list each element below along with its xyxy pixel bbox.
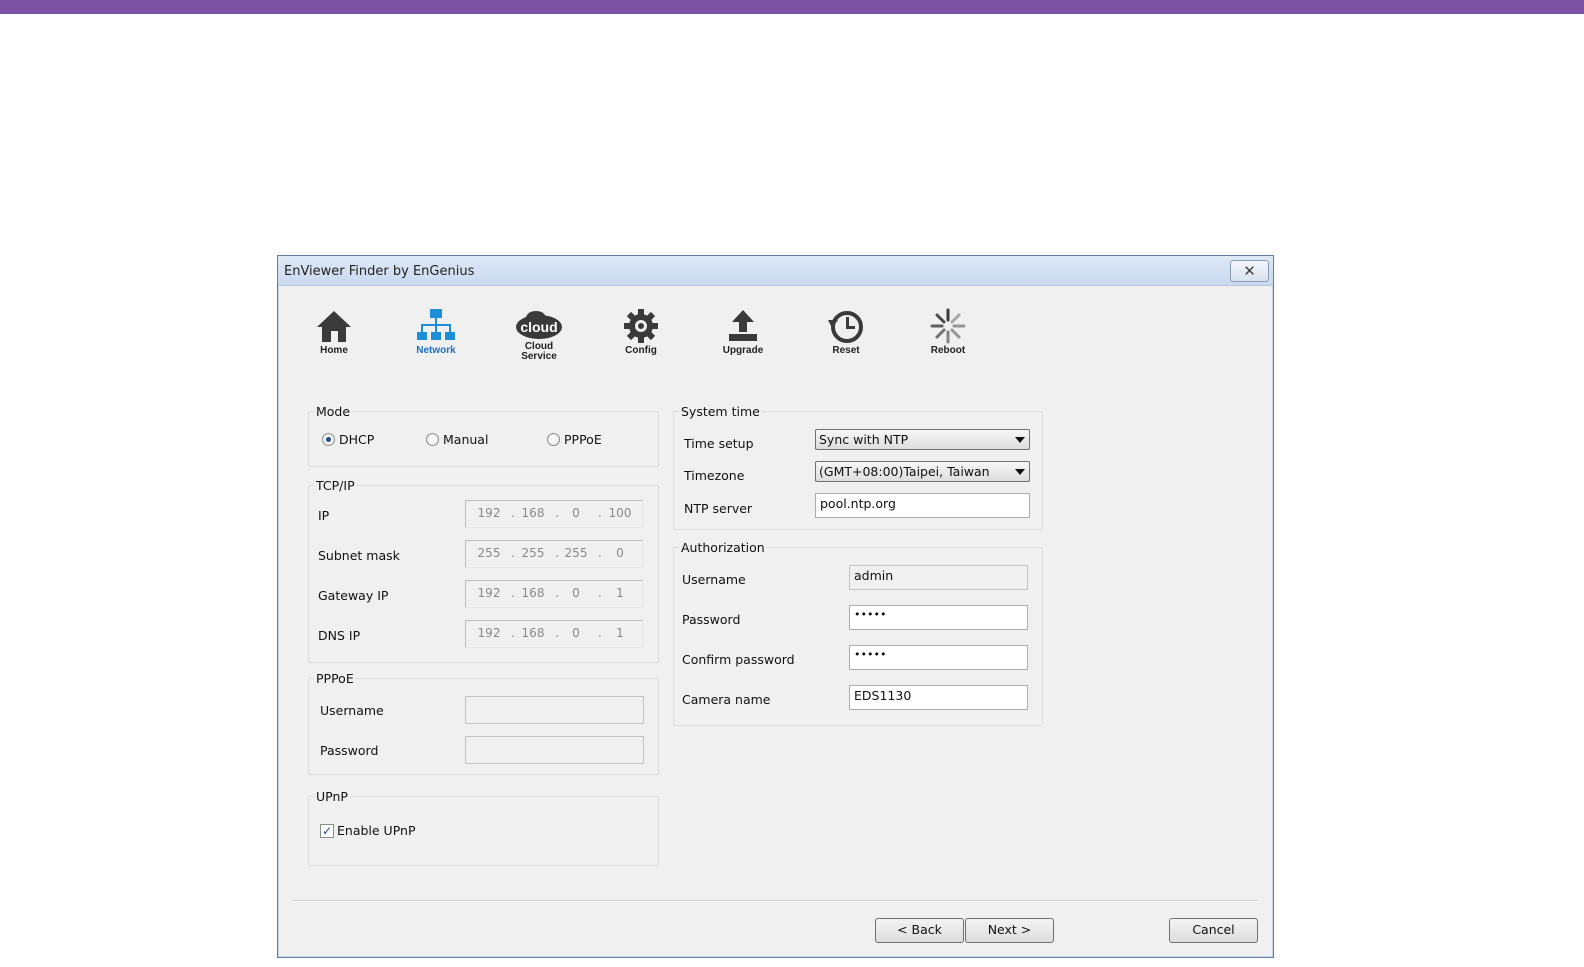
pppoe-password-label: Password bbox=[320, 743, 379, 758]
radio-unselected-icon bbox=[547, 433, 560, 446]
mode-group: Mode DHCP Manual PPPoE bbox=[308, 404, 659, 467]
cancel-button[interactable]: Cancel bbox=[1169, 918, 1258, 943]
authorization-group: Authorization Username admin Password ••… bbox=[673, 540, 1043, 726]
dropdown-arrow-icon bbox=[1015, 469, 1025, 475]
title-bar: EnViewer Finder by EnGenius ✕ bbox=[278, 256, 1273, 286]
toolbar-reset[interactable]: Reset bbox=[811, 308, 881, 356]
authorization-legend: Authorization bbox=[679, 540, 767, 555]
auth-username-input[interactable]: admin bbox=[849, 565, 1028, 590]
gear-icon bbox=[624, 309, 658, 343]
confirm-password-input[interactable]: ••••• bbox=[849, 645, 1028, 670]
toolbar-network[interactable]: Network bbox=[401, 308, 471, 356]
auth-username-label: Username bbox=[682, 572, 746, 587]
home-icon bbox=[317, 311, 351, 342]
pppoe-username-label: Username bbox=[320, 703, 384, 718]
system-time-legend: System time bbox=[679, 404, 762, 419]
timezone-select[interactable]: (GMT+08:00)Taipei, Taiwan bbox=[815, 461, 1030, 482]
time-setup-label: Time setup bbox=[684, 436, 754, 451]
camera-name-label: Camera name bbox=[682, 692, 771, 707]
toolbar-upgrade[interactable]: Upgrade bbox=[708, 308, 778, 356]
enable-upnp-checkbox[interactable]: ✓ Enable UPnP bbox=[320, 823, 415, 838]
toolbar-home[interactable]: Home bbox=[299, 308, 369, 356]
svg-text:cloud: cloud bbox=[520, 319, 557, 335]
auth-password-input[interactable]: ••••• bbox=[849, 605, 1028, 630]
checkmark-icon: ✓ bbox=[320, 823, 334, 838]
spinner-icon bbox=[930, 308, 966, 344]
next-button[interactable]: Next > bbox=[965, 918, 1054, 943]
camera-name-input[interactable]: EDS1130 bbox=[849, 685, 1028, 710]
mode-radio-dhcp[interactable]: DHCP bbox=[322, 432, 374, 447]
back-button[interactable]: < Back bbox=[875, 918, 964, 943]
window-title: EnViewer Finder by EnGenius bbox=[284, 264, 475, 279]
ntp-server-input[interactable]: pool.ntp.org bbox=[815, 493, 1030, 518]
ntp-server-label: NTP server bbox=[684, 501, 753, 516]
subnet-mask-field[interactable]: 255. 255. 255. 0 bbox=[465, 540, 643, 568]
radio-unselected-icon bbox=[426, 433, 439, 446]
mode-radio-pppoe[interactable]: PPPoE bbox=[547, 432, 602, 447]
time-setup-select[interactable]: Sync with NTP bbox=[815, 429, 1030, 450]
mode-radio-manual[interactable]: Manual bbox=[426, 432, 488, 447]
footer-divider bbox=[292, 900, 1258, 902]
network-icon bbox=[417, 309, 455, 340]
system-time-group: System time Time setup Sync with NTP Tim… bbox=[673, 404, 1043, 530]
ip-label: IP bbox=[318, 508, 330, 523]
pppoe-password-input[interactable] bbox=[465, 736, 644, 764]
cloud-icon: cloud bbox=[516, 311, 562, 339]
dns-ip-field[interactable]: 192. 168. 0. 1 bbox=[465, 620, 643, 648]
tcpip-legend: TCP/IP bbox=[314, 478, 357, 493]
dns-ip-label: DNS IP bbox=[318, 628, 361, 643]
upnp-legend: UPnP bbox=[314, 789, 350, 804]
radio-selected-icon bbox=[322, 433, 335, 446]
reset-clock-icon bbox=[828, 311, 863, 343]
dropdown-arrow-icon bbox=[1015, 437, 1025, 443]
close-button[interactable]: ✕ bbox=[1230, 260, 1269, 282]
top-accent-bar bbox=[0, 0, 1584, 14]
pppoe-username-input[interactable] bbox=[465, 696, 644, 724]
confirm-password-label: Confirm password bbox=[682, 652, 795, 667]
gateway-ip-field[interactable]: 192. 168. 0. 1 bbox=[465, 580, 643, 608]
mode-legend: Mode bbox=[314, 404, 353, 419]
timezone-label: Timezone bbox=[684, 468, 745, 483]
tcpip-group: TCP/IP IP 192. 168. 0. 100 Subnet mask 2… bbox=[308, 478, 659, 663]
upnp-group: UPnP ✓ Enable UPnP bbox=[308, 789, 659, 866]
subnet-mask-label: Subnet mask bbox=[318, 548, 400, 563]
upload-icon bbox=[729, 310, 757, 341]
auth-password-label: Password bbox=[682, 612, 741, 627]
app-window: EnViewer Finder by EnGenius ✕ Home Netwo… bbox=[277, 255, 1274, 958]
ip-address-field[interactable]: 192. 168. 0. 100 bbox=[465, 500, 643, 528]
toolbar-config[interactable]: Config bbox=[606, 308, 676, 356]
close-icon: ✕ bbox=[1243, 262, 1256, 280]
pppoe-legend: PPPoE bbox=[314, 671, 356, 686]
pppoe-group: PPPoE Username Password bbox=[308, 671, 659, 775]
gateway-ip-label: Gateway IP bbox=[318, 588, 389, 603]
toolbar-cloud-service[interactable]: cloud Cloud Service bbox=[504, 310, 574, 362]
toolbar-reboot[interactable]: Reboot bbox=[913, 308, 983, 356]
